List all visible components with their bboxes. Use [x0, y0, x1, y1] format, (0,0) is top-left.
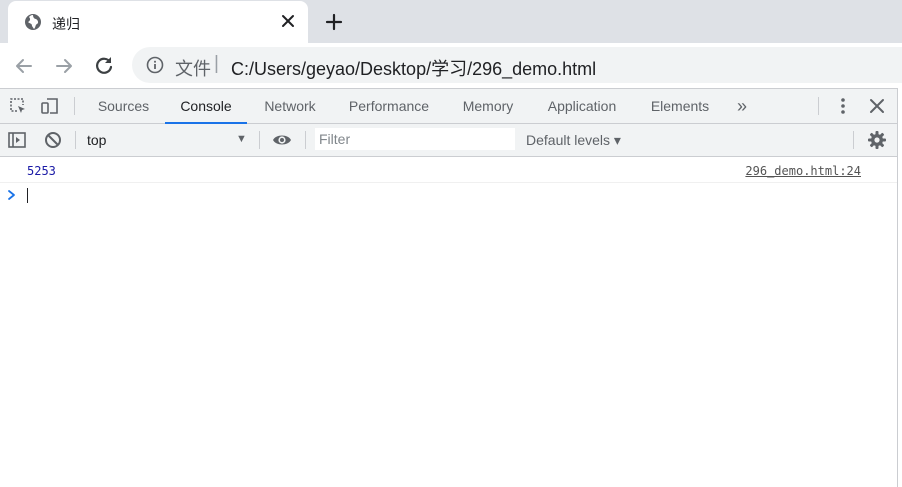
log-source-link[interactable]: 296_demo.html:24	[745, 164, 861, 178]
prompt-chevron-icon	[7, 188, 17, 200]
tab-console[interactable]: Console	[165, 89, 247, 124]
more-tabs-chevron-icon[interactable]: »	[730, 89, 754, 123]
divider	[853, 131, 854, 149]
tab-application[interactable]: Application	[534, 89, 630, 123]
dropdown-arrow-icon[interactable]: ▼	[236, 133, 247, 145]
back-arrow-icon[interactable]	[12, 54, 36, 78]
log-levels-dropdown[interactable]: Default levels ▾	[526, 132, 621, 149]
browser-tab[interactable]: 递归	[8, 1, 308, 43]
forward-arrow-icon[interactable]	[52, 54, 76, 78]
address-separator: |	[214, 53, 219, 74]
info-icon[interactable]	[146, 56, 164, 74]
new-tab-plus-icon[interactable]	[322, 10, 346, 34]
divider	[259, 131, 260, 149]
divider	[305, 131, 306, 149]
console-toolbar: top ▼ Default levels ▾	[0, 124, 897, 157]
kebab-menu-icon[interactable]	[833, 96, 853, 116]
console-message: 5253 296_demo.html:24	[0, 157, 897, 183]
devtools-tab-bar: Sources Console Network Performance Memo…	[0, 89, 897, 124]
clear-console-icon[interactable]	[43, 130, 63, 150]
devtools-panel: Sources Console Network Performance Memo…	[0, 88, 898, 487]
tab-sources[interactable]: Sources	[84, 89, 163, 123]
tab-performance[interactable]: Performance	[335, 89, 443, 123]
browser-toolbar: 文件 | C:/Users/geyao/Desktop/学习/296_demo.…	[0, 43, 902, 88]
close-icon[interactable]	[278, 11, 298, 31]
divider	[74, 97, 75, 115]
reload-icon[interactable]	[92, 54, 116, 78]
eye-icon[interactable]	[272, 130, 292, 150]
tab-network[interactable]: Network	[249, 89, 331, 123]
address-bar[interactable]: 文件 | C:/Users/geyao/Desktop/学习/296_demo.…	[132, 47, 902, 83]
device-toolbar-icon[interactable]	[40, 96, 60, 116]
browser-tab-strip: 递归	[0, 0, 902, 43]
tab-memory[interactable]: Memory	[447, 89, 529, 123]
divider	[818, 97, 819, 115]
log-value: 5253	[27, 164, 56, 178]
filter-input[interactable]	[315, 128, 515, 150]
console-output[interactable]: 5253 296_demo.html:24	[0, 157, 897, 487]
context-selector[interactable]: top	[87, 132, 106, 148]
sidebar-toggle-icon[interactable]	[7, 130, 27, 150]
tab-elements[interactable]: Elements	[640, 89, 720, 123]
address-url[interactable]: C:/Users/geyao/Desktop/学习/296_demo.html	[231, 55, 596, 81]
settings-gear-icon[interactable]	[867, 130, 887, 150]
globe-icon	[24, 13, 42, 31]
inspect-element-icon[interactable]	[8, 96, 28, 116]
divider	[75, 131, 76, 149]
address-scheme-label: 文件	[175, 59, 211, 79]
tab-title: 递归	[52, 16, 80, 32]
close-devtools-icon[interactable]	[867, 96, 887, 116]
text-caret	[27, 188, 28, 203]
console-prompt[interactable]	[0, 183, 897, 205]
